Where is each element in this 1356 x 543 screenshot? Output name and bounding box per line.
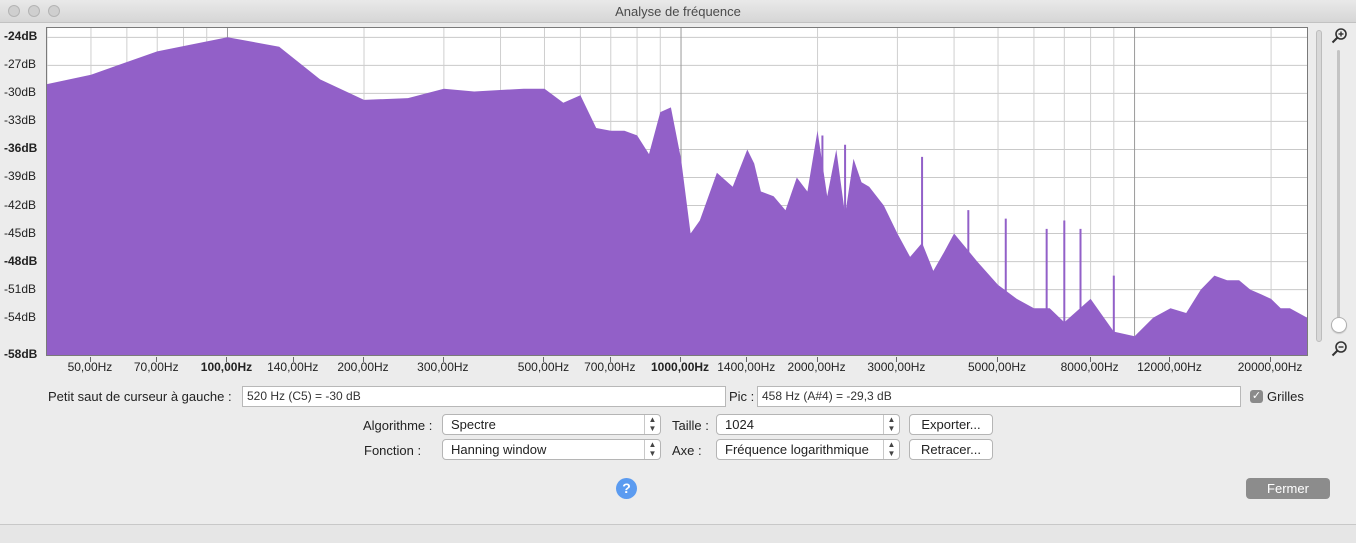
peak-label: Pic :	[729, 389, 755, 404]
x-tick-label: 3000,00Hz	[867, 360, 926, 374]
x-tick-label: 100,00Hz	[200, 360, 253, 374]
chevron-updown-icon: ▲ ▼	[883, 440, 899, 459]
grids-checkbox[interactable]: ✓	[1250, 390, 1263, 403]
export-button[interactable]: Exporter...	[909, 414, 993, 435]
y-tick-label: -36dB	[4, 141, 38, 156]
window-title: Analyse de fréquence	[615, 4, 741, 19]
x-tick-label: 700,00Hz	[584, 360, 636, 374]
algorithm-value: Spectre	[451, 417, 496, 432]
algorithm-label: Algorithme :	[363, 418, 433, 433]
zoom-out-icon[interactable]	[1331, 340, 1349, 358]
size-label: Taille :	[672, 418, 709, 433]
x-tick-label: 70,00Hz	[133, 360, 179, 374]
y-tick-label: -39dB	[4, 169, 37, 184]
x-tick-label: 12000,00Hz	[1137, 360, 1202, 374]
y-tick-label: -42dB	[4, 197, 37, 212]
x-tick-label: 300,00Hz	[417, 360, 469, 374]
spectrum-plot[interactable]	[46, 27, 1308, 356]
x-tick-label: 2000,00Hz	[787, 360, 846, 374]
y-tick-label: -48dB	[4, 253, 38, 268]
function-select[interactable]: Hanning window ▲ ▼	[442, 439, 661, 460]
zoom-slider-track[interactable]	[1337, 50, 1340, 332]
x-tick-label: 140,00Hz	[267, 360, 319, 374]
chevron-updown-icon: ▲ ▼	[644, 440, 660, 459]
y-tick-label: -33dB	[4, 113, 37, 128]
y-tick-label: -27dB	[4, 57, 37, 72]
y-tick-label: -30dB	[4, 85, 37, 100]
peak-value-field[interactable]: 458 Hz (A#4) = -29,3 dB	[757, 386, 1241, 407]
size-value: 1024	[725, 417, 754, 432]
close-button[interactable]: Fermer	[1246, 478, 1330, 499]
x-tick-label: 200,00Hz	[337, 360, 389, 374]
replot-button[interactable]: Retracer...	[909, 439, 993, 460]
algorithm-select[interactable]: Spectre ▲ ▼	[442, 414, 661, 435]
y-tick-label: -24dB	[4, 29, 38, 44]
help-button[interactable]: ?	[616, 478, 637, 499]
zoom-in-icon[interactable]	[1331, 27, 1349, 45]
y-tick-label: -45dB	[4, 225, 37, 240]
x-tick-label: 1000,00Hz	[650, 360, 710, 374]
x-tick-label: 8000,00Hz	[1060, 360, 1119, 374]
x-tick-label: 500,00Hz	[517, 360, 570, 374]
spectrum-area	[47, 37, 1307, 355]
status-bar	[0, 524, 1356, 543]
zoom-slider-thumb[interactable]	[1331, 317, 1347, 333]
title-bar: Analyse de fréquence	[0, 0, 1356, 23]
x-tick-label: 50,00Hz	[67, 360, 113, 374]
function-value: Hanning window	[451, 442, 547, 457]
y-tick-label: -51dB	[4, 281, 37, 296]
y-tick-label: -54dB	[4, 309, 37, 324]
function-label: Fonction :	[364, 443, 422, 458]
vertical-scrollbar[interactable]	[1316, 30, 1322, 342]
size-select[interactable]: 1024 ▲ ▼	[716, 414, 900, 435]
axis-select[interactable]: Fréquence logarithmique ▲ ▼	[716, 439, 900, 460]
x-tick-label: 5000,00Hz	[967, 360, 1027, 374]
chevron-updown-icon: ▲ ▼	[644, 415, 660, 434]
x-tick-label: 20000,00Hz	[1237, 360, 1303, 374]
grids-label: Grilles	[1267, 389, 1304, 404]
cursor-value-field[interactable]: 520 Hz (C5) = -30 dB	[242, 386, 726, 407]
axis-label: Axe :	[672, 443, 702, 458]
chevron-updown-icon: ▲ ▼	[883, 415, 899, 434]
spectrum-chart	[47, 28, 1307, 355]
axis-value: Fréquence logarithmique	[725, 442, 869, 457]
x-tick-label: 1400,00Hz	[717, 360, 776, 374]
y-tick-label: -58dB	[4, 347, 38, 361]
cursor-label: Petit saut de curseur à gauche :	[48, 389, 232, 404]
